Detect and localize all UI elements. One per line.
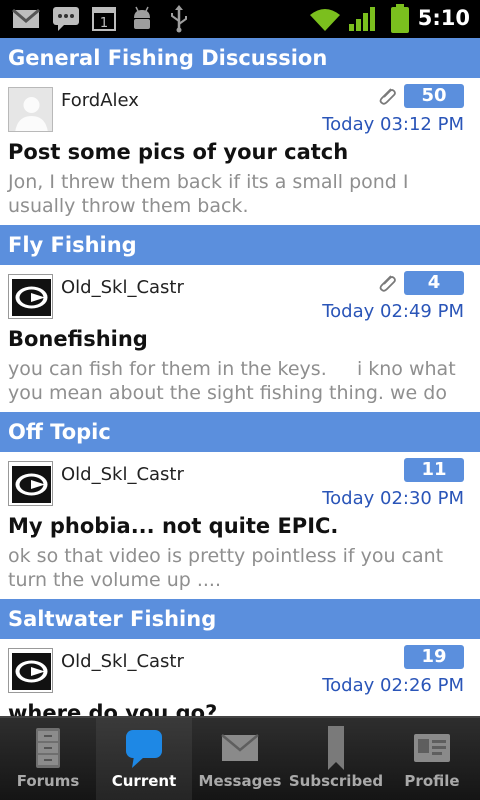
- reply-count-badge: 4: [404, 271, 464, 295]
- topic-title: Post some pics of your catch: [8, 140, 349, 164]
- attachment-icon: [379, 88, 396, 105]
- avatar: [8, 648, 53, 693]
- reply-count-badge: 50: [404, 84, 464, 108]
- topic-snippet: ok so that video is pretty pointless if …: [8, 545, 444, 591]
- logo-avatar-icon: [12, 653, 51, 690]
- reply-count-badge: 19: [404, 645, 464, 669]
- id-card-icon: [414, 734, 450, 762]
- topic-timestamp: Today 02:26 PM: [322, 675, 464, 696]
- avatar: [8, 274, 53, 319]
- status-bar: 1 5:10: [0, 0, 480, 38]
- logo-avatar-icon: [12, 466, 51, 503]
- topic-snippet: Jon, I threw them back if its a small po…: [8, 171, 409, 217]
- avatar: [8, 461, 53, 506]
- wifi-icon: [310, 9, 340, 31]
- tab-label: Messages: [198, 772, 282, 790]
- topic-title: My phobia... not quite EPIC.: [8, 514, 339, 538]
- topic-author: FordAlex: [61, 90, 139, 111]
- topic-timestamp: Today 02:49 PM: [322, 301, 464, 322]
- section-header-saltwater-fishing[interactable]: Saltwater Fishing: [0, 599, 480, 639]
- topic-snippet: you can fish for them in the keys. i kno…: [8, 358, 462, 404]
- logo-avatar-icon: [12, 279, 51, 316]
- battery-icon: [391, 4, 409, 33]
- reply-count-badge: 11: [404, 458, 464, 482]
- calendar-icon: 1: [92, 7, 116, 31]
- bookmark-icon: [328, 726, 344, 770]
- tab-label: Subscribed: [288, 772, 384, 790]
- default-avatar-icon: [9, 88, 52, 131]
- gmail-icon: [12, 9, 40, 28]
- topic-title: Bonefishing: [8, 327, 148, 351]
- topic-timestamp: Today 02:30 PM: [322, 488, 464, 509]
- tab-subscribed[interactable]: Subscribed: [288, 718, 384, 800]
- calendar-day-text: 1: [100, 16, 108, 31]
- signal-icon: [349, 7, 375, 31]
- topic-item[interactable]: Old_Skl_Castr 19 Today 02:26 PM where do…: [0, 639, 480, 716]
- usb-icon: [171, 5, 187, 33]
- topic-item[interactable]: Old_Skl_Castr 11 Today 02:30 PM My phobi…: [0, 452, 480, 599]
- sms-icon: [53, 7, 79, 31]
- envelope-icon: [221, 734, 259, 761]
- chat-bubble-icon: [126, 730, 162, 768]
- section-header-general-fishing[interactable]: General Fishing Discussion: [0, 38, 480, 78]
- current-topics-list[interactable]: General Fishing Discussion FordAlex 50 T…: [0, 38, 480, 716]
- tab-profile[interactable]: Profile: [384, 718, 480, 800]
- status-clock: 5:10: [417, 6, 470, 30]
- tab-forums[interactable]: Forums: [0, 718, 96, 800]
- topic-author: Old_Skl_Castr: [61, 464, 184, 485]
- bottom-tab-bar: Forums Current Messages Subscribed Profi…: [0, 716, 480, 800]
- topic-author: Old_Skl_Castr: [61, 651, 184, 672]
- cabinet-icon: [36, 728, 60, 768]
- topic-item[interactable]: FordAlex 50 Today 03:12 PM Post some pic…: [0, 78, 480, 225]
- attachment-icon: [379, 275, 396, 292]
- topic-item[interactable]: Old_Skl_Castr 4 Today 02:49 PM Bonefishi…: [0, 265, 480, 412]
- tab-messages[interactable]: Messages: [192, 718, 288, 800]
- topic-title: where do you go?: [8, 701, 218, 716]
- tab-current[interactable]: Current: [96, 718, 192, 800]
- tab-label: Current: [111, 772, 177, 790]
- avatar: [8, 87, 53, 132]
- topic-timestamp: Today 03:12 PM: [322, 114, 464, 135]
- section-header-fly-fishing[interactable]: Fly Fishing: [0, 225, 480, 265]
- tab-label: Profile: [404, 772, 460, 790]
- section-header-off-topic[interactable]: Off Topic: [0, 412, 480, 452]
- android-debug-icon: [134, 6, 150, 29]
- topic-author: Old_Skl_Castr: [61, 277, 184, 298]
- tab-label: Forums: [16, 772, 80, 790]
